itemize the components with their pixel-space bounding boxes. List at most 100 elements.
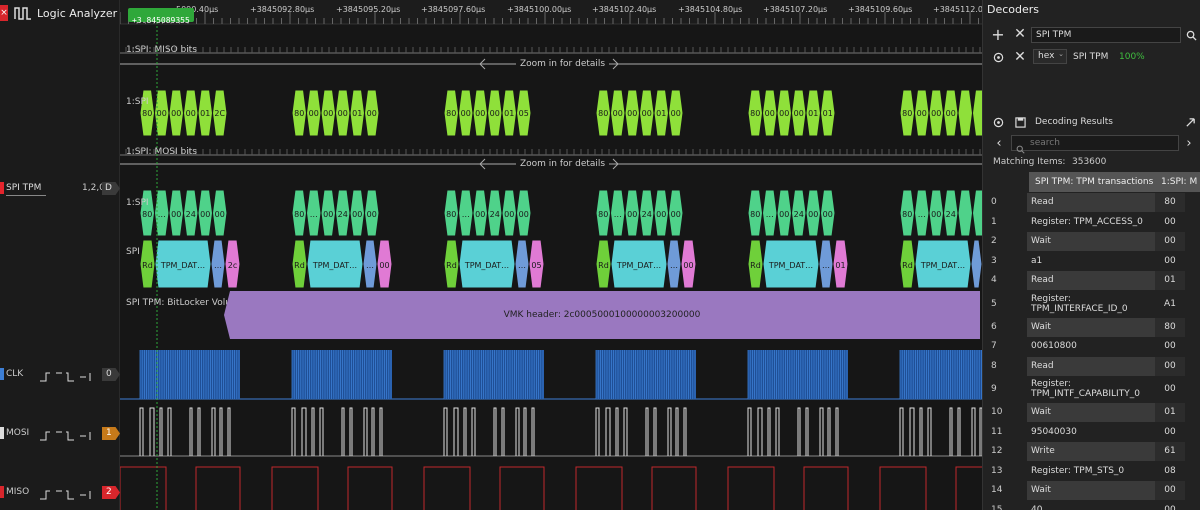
mosi-pulse: [349, 407, 353, 456]
close-icon[interactable]: ×: [0, 5, 8, 21]
result-row-description: Read: [1027, 193, 1155, 212]
mosi-pulse: [227, 407, 231, 456]
result-row[interactable]: 3 a1 00: [983, 252, 1200, 271]
next-result-icon[interactable]: ›: [1183, 136, 1195, 151]
mosi-pulse: [797, 407, 801, 456]
result-row[interactable]: 12 Write 61: [983, 442, 1200, 461]
spi-tpm-underline: [6, 195, 46, 196]
tpm-segment-label: Rd: [750, 261, 761, 270]
spi-tpm-badge[interactable]: D: [102, 182, 120, 195]
result-row-description: Wait: [1027, 403, 1155, 422]
result-row-description: 40: [1031, 504, 1043, 510]
mosi-trigger-icon[interactable]: [38, 427, 96, 446]
mosi-pulse: [471, 407, 476, 456]
row-label-mosi-bits: 1:SPI: MOSI bits: [126, 147, 197, 157]
miso-byte-label: 00: [490, 109, 500, 118]
prev-result-icon[interactable]: ‹: [993, 136, 1005, 151]
clk-badge[interactable]: 0: [102, 368, 120, 381]
row-label-miso-data: 1:SPI: [126, 97, 149, 107]
miso-badge-label: 2: [106, 487, 112, 497]
mosi-byte-label: 24: [946, 210, 956, 219]
miso-pulse: [727, 466, 775, 510]
results-settings-icon[interactable]: [991, 115, 1005, 129]
mosi-byte-label: …: [614, 210, 622, 219]
mosi-pulse: [515, 407, 520, 456]
results-table-header[interactable]: SPI TPM: TPM transactions 1:SPI: M: [1029, 172, 1200, 192]
decoding-results-title: Decoding Results: [1035, 117, 1113, 127]
results-search-input[interactable]: search: [1011, 135, 1179, 154]
result-row-value: 80: [1155, 193, 1185, 212]
result-row[interactable]: 5 Register: TPM_INTERFACE_ID_0 A1: [983, 291, 1200, 318]
decoders-panel: Decoders + ✕ SPI TPM ✕ hex ⌄ SPI TPM 100…: [982, 0, 1200, 510]
result-row[interactable]: 10 Wait 01: [983, 403, 1200, 422]
result-row-value: 00: [1164, 255, 1176, 266]
decoder-settings-icon[interactable]: [991, 50, 1005, 64]
clk-badge-label: 0: [106, 369, 112, 379]
result-row-index: 8: [991, 360, 997, 371]
spi-tpm-badge-label: D: [105, 183, 112, 193]
row-label-mosi-data: 1:SPI: [126, 198, 149, 208]
result-row[interactable]: 15 40 00: [983, 501, 1200, 510]
miso-byte-label: 01: [656, 109, 666, 118]
miso-pulse: [879, 466, 927, 510]
result-row[interactable]: 13 Register: TPM_STS_0 08: [983, 462, 1200, 481]
zoom-hint-miso: Zoom in for details: [516, 59, 610, 69]
mosi-byte-label: 24: [338, 210, 348, 219]
result-row-value: 00: [1164, 216, 1176, 227]
miso-byte-label: 00: [613, 109, 623, 118]
result-row[interactable]: 4 Read 01: [983, 271, 1200, 290]
result-row[interactable]: 2 Wait 00: [983, 232, 1200, 251]
result-row-index: 4: [991, 275, 997, 285]
vmk-header-annotation[interactable]: VMK header: 2c0005000100000003200000: [224, 291, 980, 339]
mosi-pulse: [189, 407, 193, 456]
clk-channel-name[interactable]: CLK: [6, 369, 23, 379]
waveform-view[interactable]: 80 00 00 00 01 2C 80 … 00 24 00 00 Rd TPM_DAT… … 2c 80 00…: [120, 0, 982, 510]
result-row-description: Write: [1027, 442, 1155, 461]
save-icon[interactable]: [1013, 115, 1027, 129]
close-icon[interactable]: ✕: [1013, 26, 1027, 42]
mosi-pulse: [615, 407, 619, 456]
mosi-byte-label: 80: [902, 210, 912, 219]
mosi-pulse: [835, 407, 839, 456]
mosi-badge[interactable]: 1: [102, 427, 120, 440]
result-row-value: 00: [1155, 481, 1185, 500]
spi-tpm-channel-name[interactable]: SPI TPM: [6, 183, 41, 193]
result-row[interactable]: 0 Read 80: [983, 193, 1200, 212]
result-row[interactable]: 6 Wait 80: [983, 317, 1200, 337]
mosi-pulse: [675, 407, 679, 456]
tpm-segment-label: Rd: [902, 261, 913, 270]
miso-channel-name[interactable]: MISO: [6, 487, 29, 497]
result-row-value: 01: [1155, 403, 1185, 422]
result-row[interactable]: 8 Read 00: [983, 356, 1200, 376]
miso-pulse: [271, 466, 319, 510]
tpm-segment-label: …: [518, 261, 526, 270]
miso-trigger-icon[interactable]: [38, 486, 96, 505]
pin-icon[interactable]: [1183, 115, 1197, 129]
cursor-label[interactable]: +3.845089355: [128, 8, 194, 25]
result-row-index: 0: [991, 197, 997, 207]
result-row[interactable]: 14 Wait 00: [983, 481, 1200, 500]
result-row[interactable]: 11 95040030 00: [983, 423, 1200, 442]
miso-badge[interactable]: 2: [102, 486, 120, 499]
mosi-channel-name[interactable]: MOSI: [6, 428, 29, 438]
add-icon[interactable]: +: [991, 25, 1005, 44]
result-row[interactable]: 1 Register: TPM_ACCESS_0 00: [983, 213, 1200, 232]
remove-decoder-icon[interactable]: ✕: [1013, 49, 1027, 65]
mosi-pulse: [645, 407, 649, 456]
format-value: hex: [1038, 51, 1055, 61]
waveform-canvas[interactable]: 80 00 00 00 01 2C 80 … 00 24 00 00 Rd TPM_DAT… … 2c 80 00…: [120, 0, 982, 510]
mosi-pulse: [139, 407, 144, 456]
mosi-pulse: [379, 407, 383, 456]
mosi-pulse: [291, 407, 296, 456]
clk-trigger-icon[interactable]: [38, 368, 96, 387]
format-select[interactable]: hex ⌄: [1033, 49, 1067, 64]
mosi-byte-label: …: [462, 210, 470, 219]
decoder-search-field[interactable]: SPI TPM: [1031, 27, 1181, 43]
search-icon[interactable]: [1184, 28, 1198, 42]
result-row-description: Read: [1027, 271, 1155, 290]
mosi-byte: [971, 189, 982, 237]
miso-byte-label: 80: [142, 109, 152, 118]
result-row[interactable]: 7 00610800 00: [983, 337, 1200, 356]
result-row[interactable]: 9 Register: TPM_INTF_CAPABILITY_0 00: [983, 376, 1200, 403]
mosi-pulse: [805, 407, 809, 456]
